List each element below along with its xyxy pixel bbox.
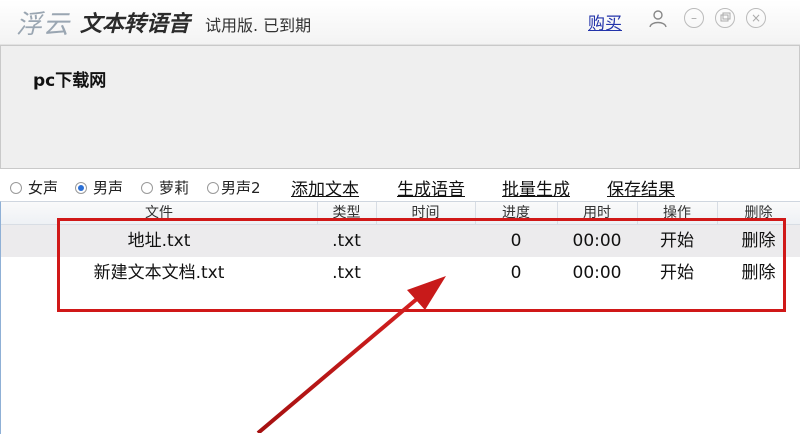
radio-icon — [10, 181, 22, 194]
radio-selected-icon — [75, 181, 87, 194]
voice-label: 萝莉 — [159, 179, 190, 197]
app-logo-brand: 浮云 — [16, 10, 71, 40]
toolbar: 女声 男声 萝莉 男声2 添加文本 生成语音 批量生成 保存结果 — [0, 170, 800, 200]
annotation-highlight-box — [57, 218, 786, 312]
add-text-button[interactable]: 添加文本 — [291, 175, 359, 200]
radio-icon — [207, 181, 219, 194]
radio-icon — [141, 181, 153, 194]
voice-label: 女声 — [28, 179, 59, 197]
batch-generate-button[interactable]: 批量生成 — [502, 175, 570, 200]
text-input-area[interactable]: pc下载网 — [0, 45, 800, 169]
trial-status: 试用版. 已到期 — [205, 16, 312, 35]
voice-label: 男声 — [93, 179, 124, 197]
voice-label: 男声2 — [221, 179, 261, 197]
generate-speech-button[interactable]: 生成语音 — [397, 175, 465, 200]
buy-link[interactable]: 购买 — [588, 9, 622, 34]
voice-radio-loli[interactable]: 萝莉 — [141, 177, 189, 198]
minimize-icon[interactable]: – — [684, 8, 704, 28]
title-bar: 浮云 文本转语音 试用版. 已到期 购买 – × — [0, 0, 800, 45]
voice-radio-male[interactable]: 男声 — [75, 177, 123, 198]
save-result-button[interactable]: 保存结果 — [607, 175, 675, 200]
close-icon[interactable]: × — [746, 8, 766, 28]
voice-radio-male2[interactable]: 男声2 — [207, 177, 261, 198]
text-input-value: pc下载网 — [33, 71, 107, 91]
restore-icon[interactable] — [715, 8, 735, 28]
user-icon[interactable] — [648, 8, 668, 28]
app-title: 文本转语音 — [80, 12, 191, 37]
voice-radio-female[interactable]: 女声 — [10, 177, 58, 198]
